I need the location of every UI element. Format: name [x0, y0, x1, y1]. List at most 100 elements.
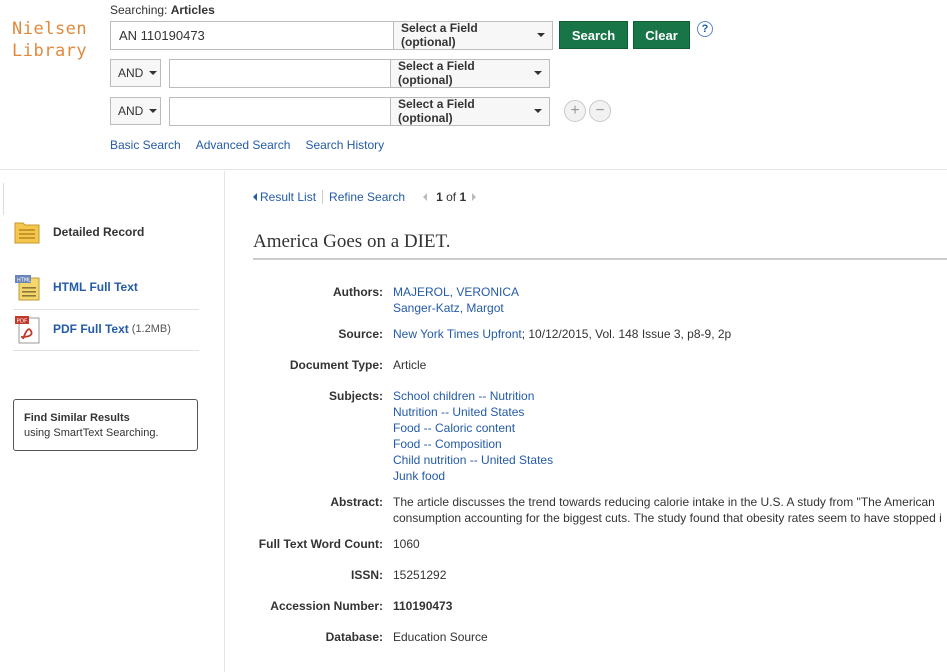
html-full-text-item[interactable]: HTML HTML Full Text: [13, 273, 199, 301]
record-title: America Goes on a DIET.: [253, 231, 451, 252]
subject-link[interactable]: Food -- Composition: [393, 437, 502, 451]
record-main: Result List Refine Search 1 of 1 America…: [253, 171, 947, 672]
searching-database: Articles: [170, 3, 215, 17]
search-button[interactable]: Search: [559, 21, 628, 49]
previous-record-icon[interactable]: [423, 193, 428, 201]
field-select-1[interactable]: Select a Field (optional): [394, 20, 553, 50]
pager: 1 of 1: [423, 190, 477, 204]
detailed-record-label: Detailed Record: [53, 225, 145, 239]
bool-operator-select-3[interactable]: AND: [110, 97, 161, 125]
html-full-text-link[interactable]: HTML Full Text: [53, 280, 138, 294]
sidebar-collapse-handle[interactable]: [0, 183, 4, 215]
source-details: ; 10/12/2015, Vol. 148 Issue 3, p8-9, 2p: [521, 327, 732, 341]
pdf-size: (1.2MB): [131, 323, 171, 335]
help-icon[interactable]: ?: [697, 21, 713, 37]
issn-value: 15251292: [393, 568, 447, 582]
chevron-down-icon: [149, 109, 158, 113]
source-label: Source:: [338, 327, 383, 341]
source-value: New York Times Upfront; 10/12/2015, Vol.…: [393, 326, 947, 342]
chevron-down-icon: [537, 33, 545, 37]
subject-link[interactable]: School children -- Nutrition: [393, 389, 534, 403]
database-row: Database: Education Source: [253, 629, 947, 647]
searching-label: Searching: Articles: [110, 3, 215, 17]
svg-text:PDF: PDF: [17, 319, 28, 325]
bool-operator-select-2[interactable]: AND: [110, 59, 161, 87]
divider: [253, 258, 947, 260]
database-label: Database:: [325, 630, 383, 644]
word-count-label: Full Text Word Count:: [258, 537, 383, 551]
abstract-row: Abstract: The article discusses the tren…: [253, 494, 947, 528]
authors-value: MAJEROL, VERONICA Sanger-Katz, Margot: [393, 284, 947, 316]
basic-search-link[interactable]: Basic Search: [110, 138, 181, 152]
search-input-2[interactable]: [169, 58, 391, 88]
word-count-value: 1060: [393, 537, 420, 551]
accession-value: 110190473: [393, 599, 453, 613]
abstract-value: The article discusses the trend towards …: [393, 494, 947, 526]
field-select-label: Select a Field (optional): [398, 97, 475, 125]
bool-operator-label: AND: [118, 104, 144, 118]
search-input-1[interactable]: [110, 20, 394, 50]
chevron-down-icon: [534, 71, 542, 75]
issn-row: ISSN: 15251292: [253, 567, 947, 585]
back-arrow-icon: [253, 193, 257, 201]
detailed-record-item[interactable]: Detailed Record: [13, 219, 199, 245]
database-value: Education Source: [393, 630, 488, 644]
folder-icon: [14, 222, 40, 244]
library-logo[interactable]: Nielsen Library: [12, 18, 87, 62]
logo-line1: Nielsen: [12, 19, 88, 39]
result-list-link[interactable]: Result List: [260, 190, 316, 204]
field-select-label: Select a Field (optional): [401, 21, 478, 49]
subject-link[interactable]: Food -- Caloric content: [393, 421, 515, 435]
field-select-label: Select a Field (optional): [398, 59, 475, 87]
pdf-document-icon: PDF: [15, 316, 40, 344]
abstract-line: consumption accounting for the biggest c…: [393, 511, 942, 525]
subject-link[interactable]: Child nutrition -- United States: [393, 453, 553, 467]
divider: [13, 309, 199, 310]
source-row: Source: New York Times Upfront; 10/12/20…: [253, 326, 947, 344]
refine-search-link[interactable]: Refine Search: [329, 190, 405, 204]
authors-label: Authors:: [333, 285, 383, 299]
subjects-value: School children -- Nutrition Nutrition -…: [393, 388, 947, 484]
source-link[interactable]: New York Times Upfront: [393, 327, 522, 341]
search-history-link[interactable]: Search History: [305, 138, 384, 152]
authors-row: Authors: MAJEROL, VERONICA Sanger-Katz, …: [253, 284, 947, 318]
pdf-full-text-link[interactable]: PDF Full Text: [53, 322, 129, 336]
next-record-icon[interactable]: [472, 193, 477, 201]
advanced-search-link[interactable]: Advanced Search: [196, 138, 291, 152]
find-similar-subtitle: using SmartText Searching.: [24, 427, 159, 439]
page-total: 1: [459, 190, 467, 204]
pdf-full-text-item[interactable]: PDF PDF Full Text (1.2MB): [13, 314, 199, 344]
remove-row-button[interactable]: −: [589, 100, 611, 122]
subjects-row: Subjects: School children -- Nutrition N…: [253, 388, 947, 486]
divider: [13, 350, 199, 351]
subject-link[interactable]: Nutrition -- United States: [393, 405, 524, 419]
page-current: 1: [436, 190, 443, 204]
author-link[interactable]: Sanger-Katz, Margot: [393, 301, 504, 315]
search-row-2: AND Select a Field (optional): [110, 58, 550, 88]
page-of: of: [446, 190, 457, 204]
result-navigation: Result List Refine Search 1 of 1: [253, 190, 477, 204]
divider: [322, 190, 324, 204]
abstract-label: Abstract:: [330, 495, 383, 509]
chevron-down-icon: [149, 71, 158, 75]
accession-row: Accession Number: 110190473: [253, 598, 947, 616]
author-link[interactable]: MAJEROL, VERONICA: [393, 285, 519, 299]
search-links: Basic Search Advanced Search Search Hist…: [110, 138, 384, 152]
abstract-line: The article discusses the trend towards …: [393, 495, 935, 509]
add-row-button[interactable]: +: [564, 100, 586, 122]
clear-button[interactable]: Clear: [633, 21, 690, 49]
document-type-row: Document Type: Article: [253, 357, 947, 375]
search-input-3[interactable]: [169, 96, 391, 126]
bool-operator-label: AND: [118, 66, 144, 80]
searching-prefix: Searching:: [110, 3, 168, 17]
issn-label: ISSN:: [350, 568, 383, 582]
search-row-1: Select a Field (optional) Search Clear ?: [110, 20, 713, 50]
field-select-3[interactable]: Select a Field (optional): [391, 96, 550, 126]
svg-text:HTML: HTML: [17, 278, 31, 284]
subject-link[interactable]: Junk food: [393, 469, 445, 483]
left-sidebar: Detailed Record HTML HTML Full Text PDF …: [0, 171, 225, 672]
field-select-2[interactable]: Select a Field (optional): [391, 58, 550, 88]
subjects-label: Subjects:: [328, 389, 383, 403]
find-similar-box[interactable]: Find Similar Results using SmartText Sea…: [13, 399, 198, 451]
logo-line2: Library: [12, 41, 88, 61]
